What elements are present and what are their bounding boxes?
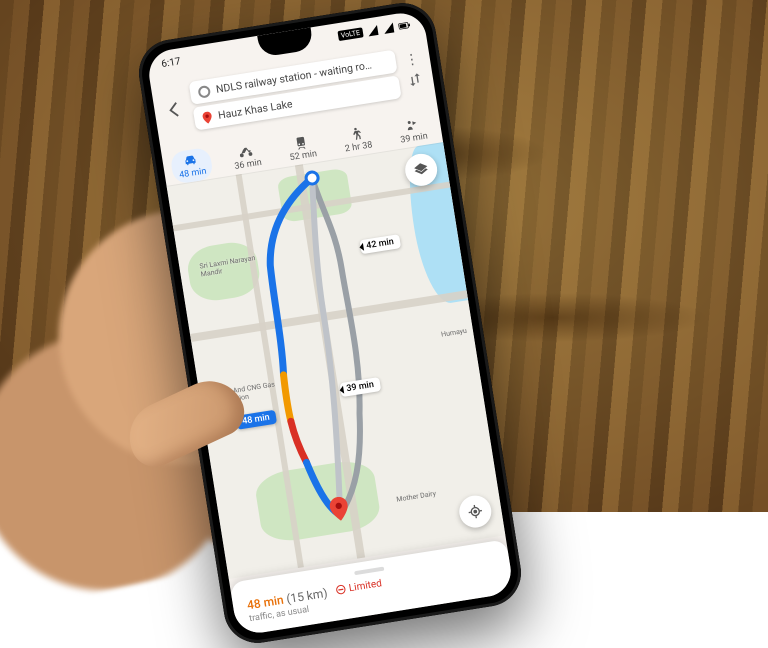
limited-badge: Limited <box>335 578 382 596</box>
sim-badge: VoLTE <box>337 27 364 41</box>
mode-label: 48 min <box>179 167 208 181</box>
mode-label: 2 hr 38 <box>344 140 373 154</box>
destination-marker-icon <box>328 496 350 523</box>
mode-tab-transit[interactable]: 52 min <box>280 129 324 167</box>
train-icon <box>293 134 310 151</box>
car-icon <box>182 152 199 169</box>
mode-label: 36 min <box>234 158 263 172</box>
mode-tab-two-wheeler[interactable]: 36 min <box>225 138 269 176</box>
signal-icon <box>366 24 380 38</box>
battery-icon <box>398 19 412 33</box>
back-icon[interactable] <box>163 98 186 121</box>
swap-icon[interactable] <box>406 70 424 88</box>
status-time: 6:17 <box>161 56 182 70</box>
route-duration: 48 min <box>246 593 285 613</box>
mode-tab-drive[interactable]: 48 min <box>170 147 214 185</box>
motorcycle-icon <box>237 143 254 160</box>
layers-icon <box>412 161 430 179</box>
destination-text: Hauz Khas Lake <box>217 97 293 122</box>
route-distance: (15 km) <box>285 586 328 606</box>
mode-tab-rideshare[interactable]: 39 min <box>391 112 435 150</box>
mode-tab-walk[interactable]: 2 hr 38 <box>335 121 379 159</box>
sheet-drag-handle[interactable] <box>354 567 384 576</box>
signal-icon <box>382 21 396 35</box>
rideshare-icon <box>403 117 420 134</box>
overflow-menu-icon[interactable]: ⋮ <box>403 54 420 64</box>
origin-dot-icon <box>197 84 211 98</box>
mode-label: 52 min <box>289 149 318 163</box>
mode-label: 39 min <box>400 131 429 145</box>
walk-icon <box>348 125 365 142</box>
destination-pin-icon <box>201 110 213 123</box>
map-canvas[interactable]: Sri Laxmi Narayan Mandir ol Pump And CNG… <box>167 142 506 579</box>
no-entry-icon <box>335 584 346 595</box>
